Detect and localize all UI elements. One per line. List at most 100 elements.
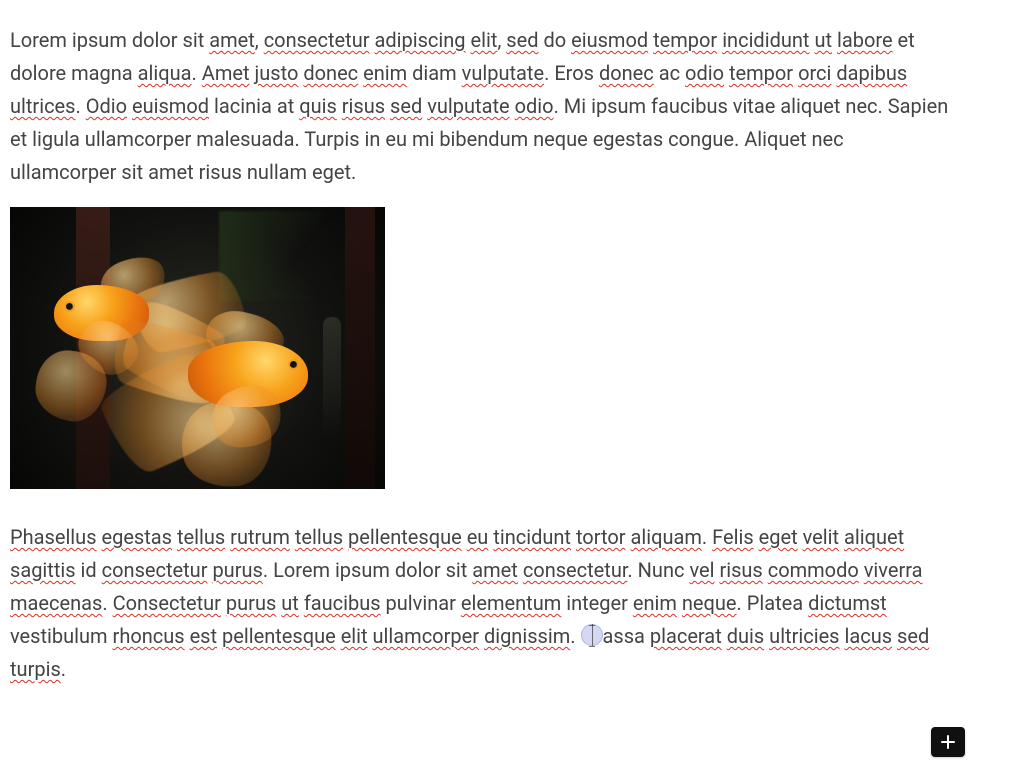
misspelling[interactable]: sed bbox=[390, 94, 422, 118]
misspelling[interactable]: turpis bbox=[10, 657, 61, 681]
misspelling[interactable]: sed bbox=[506, 28, 538, 52]
misspelling[interactable]: ut bbox=[814, 28, 832, 52]
misspelling[interactable]: risus bbox=[719, 558, 762, 582]
misspelling[interactable]: elit bbox=[341, 624, 368, 648]
goldfish-2 bbox=[118, 317, 338, 477]
misspelling[interactable]: enim bbox=[633, 591, 677, 615]
misspelling[interactable]: vulputate bbox=[427, 94, 509, 118]
misspelling[interactable]: pellentesque bbox=[348, 525, 462, 549]
misspelling[interactable]: euismod bbox=[132, 94, 209, 118]
misspelling[interactable]: adipiscing bbox=[374, 28, 465, 52]
misspelling[interactable]: rhoncus bbox=[113, 624, 185, 648]
misspelling[interactable]: consectetur bbox=[523, 558, 628, 582]
misspelling[interactable]: viverra bbox=[864, 558, 923, 582]
misspelling[interactable]: pellentesque bbox=[222, 624, 336, 648]
misspelling[interactable]: lacus bbox=[844, 624, 892, 648]
text-run: Lorem ipsum dolor sit bbox=[10, 28, 209, 52]
misspelling[interactable]: purus bbox=[212, 558, 262, 582]
text-run: integer bbox=[561, 591, 633, 615]
misspelling[interactable]: aliqua bbox=[138, 61, 192, 85]
text-run: diam bbox=[407, 61, 461, 85]
text-run: . Platea bbox=[737, 591, 809, 615]
text-run: . Eros bbox=[544, 61, 599, 85]
misspelling[interactable]: risus bbox=[342, 94, 385, 118]
misspelling[interactable]: labore bbox=[837, 28, 893, 52]
misspelling[interactable]: aliquam bbox=[630, 525, 701, 549]
misspelling[interactable]: donec bbox=[303, 61, 358, 85]
paragraph-2[interactable]: Phasellus egestas tellus rutrum tellus p… bbox=[10, 521, 950, 686]
editor-canvas[interactable]: Lorem ipsum dolor sit amet, consectetur … bbox=[0, 0, 960, 714]
misspelling[interactable]: faucibus bbox=[304, 591, 381, 615]
misspelling[interactable]: maecenas bbox=[10, 591, 102, 615]
image-block-goldfish[interactable] bbox=[10, 207, 385, 489]
misspelling[interactable]: odio bbox=[515, 94, 554, 118]
misspelling[interactable]: consectetur bbox=[264, 28, 370, 52]
misspelling[interactable]: Phasellus bbox=[10, 525, 97, 549]
misspelling[interactable]: incididunt bbox=[722, 28, 809, 52]
misspelling[interactable]: eiusmod bbox=[571, 28, 648, 52]
misspelling[interactable]: tincidunt bbox=[493, 525, 571, 549]
text-run: ac bbox=[654, 61, 685, 85]
add-block-button[interactable] bbox=[931, 727, 965, 757]
misspelling[interactable]: dapibus bbox=[836, 61, 907, 85]
misspelling[interactable]: amet bbox=[472, 558, 518, 582]
text-run: . bbox=[102, 591, 112, 615]
misspelling[interactable]: odio bbox=[685, 61, 724, 85]
misspelling[interactable]: neque bbox=[682, 591, 737, 615]
misspelling[interactable]: ullamcorper bbox=[373, 624, 479, 648]
text-run: assa bbox=[603, 624, 650, 648]
misspelling[interactable]: enim bbox=[363, 61, 407, 85]
misspelling[interactable]: ultrices bbox=[10, 94, 75, 118]
misspelling[interactable]: aliquet bbox=[844, 525, 904, 549]
misspelling[interactable]: elit bbox=[470, 28, 497, 52]
misspelling[interactable]: purus bbox=[226, 591, 276, 615]
misspelling[interactable]: amet bbox=[209, 28, 255, 52]
misspelling[interactable]: Consectetur bbox=[113, 591, 221, 615]
misspelling[interactable]: egestas bbox=[101, 525, 172, 549]
misspelling[interactable]: rutrum bbox=[230, 525, 290, 549]
misspelling[interactable]: tortor bbox=[576, 525, 626, 549]
misspelling[interactable]: justo bbox=[254, 61, 298, 85]
misspelling[interactable]: Amet bbox=[202, 61, 250, 85]
misspelling[interactable]: ut bbox=[281, 591, 299, 615]
misspelling[interactable]: velit bbox=[803, 525, 839, 549]
text-run: id bbox=[76, 558, 102, 582]
misspelling[interactable]: ultricies bbox=[769, 624, 839, 648]
text-run: do bbox=[538, 28, 571, 52]
misspelling[interactable]: donec bbox=[599, 61, 654, 85]
text-run: . Lorem ipsum dolor sit bbox=[263, 558, 472, 582]
misspelling[interactable]: elementum bbox=[461, 591, 561, 615]
misspelling[interactable]: orci bbox=[798, 61, 831, 85]
plus-icon bbox=[940, 734, 956, 750]
misspelling[interactable]: duis bbox=[727, 624, 765, 648]
misspelling[interactable]: est bbox=[190, 624, 217, 648]
misspelling[interactable]: placerat bbox=[650, 624, 722, 648]
misspelling[interactable]: eget bbox=[759, 525, 798, 549]
text-run: , bbox=[255, 28, 264, 52]
misspelling[interactable]: tellus bbox=[177, 525, 225, 549]
misspelling[interactable]: Felis bbox=[712, 525, 754, 549]
misspelling[interactable]: sed bbox=[897, 624, 929, 648]
text-run: . bbox=[702, 525, 712, 549]
misspelling[interactable]: Odio bbox=[86, 94, 127, 118]
paragraph-1[interactable]: Lorem ipsum dolor sit amet, consectetur … bbox=[10, 24, 950, 189]
misspelling[interactable]: tellus bbox=[295, 525, 343, 549]
misspelling[interactable]: dignissim bbox=[484, 624, 570, 648]
text-cursor-icon bbox=[581, 624, 603, 646]
text-run: . bbox=[75, 94, 85, 118]
misspelling[interactable]: tempor bbox=[653, 28, 717, 52]
text-run: . bbox=[570, 624, 580, 648]
misspelling[interactable]: commodo bbox=[768, 558, 859, 582]
misspelling[interactable]: quis bbox=[299, 94, 337, 118]
misspelling[interactable]: consectetur bbox=[102, 558, 208, 582]
misspelling[interactable]: vel bbox=[689, 558, 714, 582]
text-run: , bbox=[497, 28, 506, 52]
image-background bbox=[10, 207, 385, 489]
text-run: . bbox=[61, 657, 66, 681]
misspelling[interactable]: eu bbox=[467, 525, 489, 549]
misspelling[interactable]: vulputate bbox=[462, 61, 544, 85]
misspelling[interactable]: sagittis bbox=[10, 558, 76, 582]
misspelling[interactable]: tempor bbox=[729, 61, 793, 85]
text-run: . bbox=[192, 61, 202, 85]
misspelling[interactable]: dictumst bbox=[808, 591, 887, 615]
